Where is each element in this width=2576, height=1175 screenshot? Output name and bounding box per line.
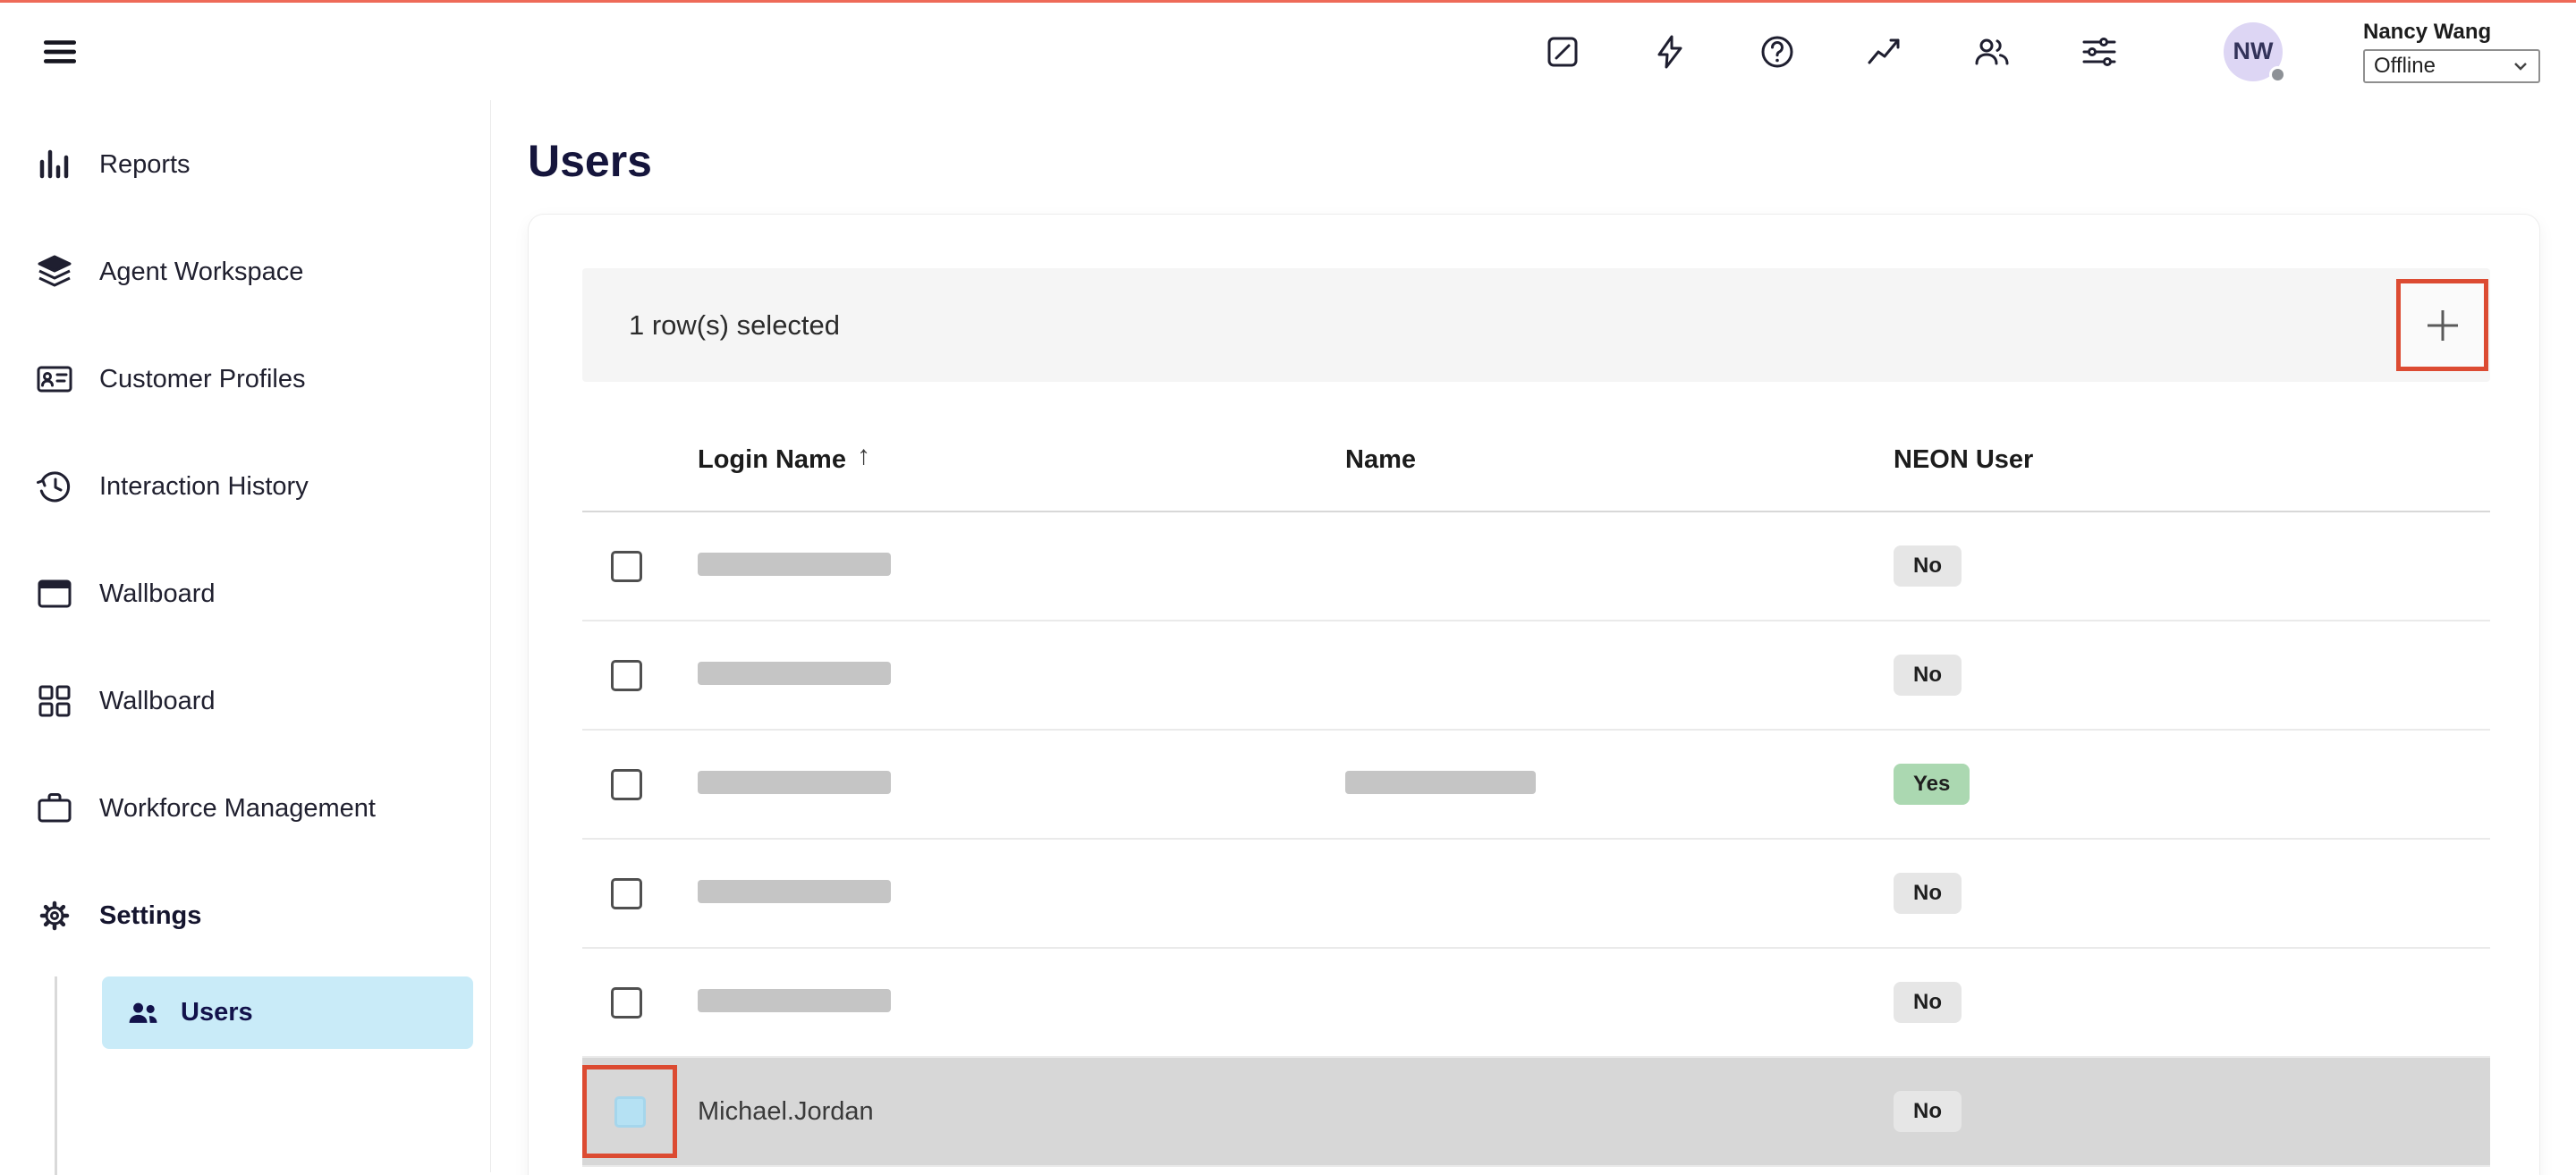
sidebar-item-interaction-history[interactable]: Interaction History (0, 433, 490, 540)
row-checkbox[interactable] (611, 660, 642, 691)
sidebar-item-workforce-management[interactable]: Workforce Management (0, 755, 490, 862)
redacted-login (698, 989, 891, 1012)
table-row[interactable]: No (582, 512, 2490, 621)
annotation-highlight-box (582, 1065, 677, 1158)
offline-status-dot-icon (2269, 66, 2286, 83)
table-row[interactable]: Yes (582, 731, 2490, 840)
grid-icon (35, 681, 74, 721)
briefcase-icon (35, 789, 74, 828)
table-row[interactable]: No (582, 949, 2490, 1058)
users-card: 1 row(s) selected Login Name ↑ Name (528, 214, 2540, 1175)
sidebar-item-label: Agent Workspace (99, 258, 303, 287)
main-content: Users 1 row(s) selected Login Name ↑ (491, 100, 2576, 1172)
notes-icon[interactable] (1542, 31, 1583, 72)
add-user-button[interactable] (2396, 279, 2488, 371)
neon-badge: No (1894, 545, 1962, 587)
preferences-sliders-icon[interactable] (2079, 31, 2120, 72)
neon-badge: No (1894, 655, 1962, 696)
neon-badge: No (1894, 1091, 1962, 1132)
user-block: Nancy Wang Offline (2363, 20, 2540, 83)
layers-icon (35, 252, 74, 292)
sidebar-item-wallboard-1[interactable]: Wallboard (0, 540, 490, 647)
column-header-label: Login Name (698, 445, 846, 475)
column-header-name[interactable]: Name (1345, 445, 1894, 475)
row-checkbox[interactable] (611, 987, 642, 1019)
sidebar-item-label: Users (181, 998, 253, 1027)
users-table: Login Name ↑ Name NEON User No (582, 409, 2490, 1167)
redacted-login (698, 662, 891, 685)
neon-badge: No (1894, 873, 1962, 914)
column-header-login-name[interactable]: Login Name ↑ (698, 444, 1345, 475)
column-header-label: Name (1345, 445, 1416, 475)
avatar[interactable]: NW (2224, 22, 2283, 81)
redacted-login (698, 553, 891, 576)
chevron-down-icon (2512, 57, 2529, 75)
table-row[interactable]: No (582, 840, 2490, 949)
history-icon (35, 467, 74, 506)
page-title: Users (528, 138, 2540, 184)
sidebar-item-label: Customer Profiles (99, 365, 305, 394)
table-row[interactable]: No (582, 621, 2490, 731)
row-checkbox[interactable] (611, 551, 642, 582)
sidebar-item-customer-profiles[interactable]: Customer Profiles (0, 325, 490, 433)
window-icon (35, 574, 74, 613)
status-select[interactable]: Offline (2363, 49, 2540, 83)
contacts-icon[interactable] (1971, 31, 2012, 72)
table-header-row: Login Name ↑ Name NEON User (582, 409, 2490, 512)
sidebar-item-label: Wallboard (99, 687, 215, 716)
sidebar-item-label: Workforce Management (99, 794, 376, 824)
neon-badge: Yes (1894, 764, 1970, 805)
user-name: Nancy Wang (2363, 20, 2540, 45)
neon-badge: No (1894, 982, 1962, 1023)
sidebar-item-label: Interaction History (99, 472, 309, 502)
table-toolbar: 1 row(s) selected (582, 268, 2490, 382)
selection-count: 1 row(s) selected (629, 309, 840, 342)
row-checkbox[interactable] (611, 769, 642, 800)
topbar: NW Nancy Wang Offline (0, 0, 2576, 100)
column-header-neon-user[interactable]: NEON User (1894, 445, 2490, 475)
sidebar-item-settings[interactable]: Settings (0, 862, 490, 969)
sidebar-item-label: Settings (99, 901, 201, 931)
people-icon (123, 993, 163, 1033)
redacted-login (698, 771, 891, 794)
gear-icon (35, 896, 74, 935)
bar-chart-icon (35, 145, 74, 184)
login-name: Michael.Jordan (698, 1097, 874, 1126)
plus-icon (2423, 306, 2462, 345)
table-row-selected[interactable]: Michael.Jordan No (582, 1058, 2490, 1167)
sidebar-item-wallboard-2[interactable]: Wallboard (0, 647, 490, 755)
status-value: Offline (2374, 54, 2436, 79)
lightning-icon[interactable] (1649, 31, 1690, 72)
sidebar-item-label: Wallboard (99, 579, 215, 609)
help-icon[interactable] (1757, 31, 1798, 72)
settings-subsection: Users (55, 976, 490, 1175)
topbar-actions: NW Nancy Wang Offline (1542, 20, 2540, 83)
sidebar-item-agent-workspace[interactable]: Agent Workspace (0, 218, 490, 325)
row-checkbox-checked[interactable] (614, 1096, 646, 1128)
redacted-name (1345, 771, 1536, 794)
id-card-icon (35, 359, 74, 399)
sidebar-item-label: Reports (99, 150, 191, 180)
sidebar: Reports Agent Workspace Cus (0, 100, 491, 1172)
column-header-label: NEON User (1894, 445, 2033, 475)
row-checkbox[interactable] (611, 878, 642, 909)
redacted-login (698, 880, 891, 903)
top-accent-line (0, 0, 2576, 3)
menu-icon[interactable] (35, 27, 85, 77)
analytics-icon[interactable] (1864, 31, 1905, 72)
sort-asc-icon: ↑ (857, 441, 870, 471)
sidebar-item-reports[interactable]: Reports (0, 111, 490, 218)
sidebar-item-users[interactable]: Users (102, 976, 473, 1049)
